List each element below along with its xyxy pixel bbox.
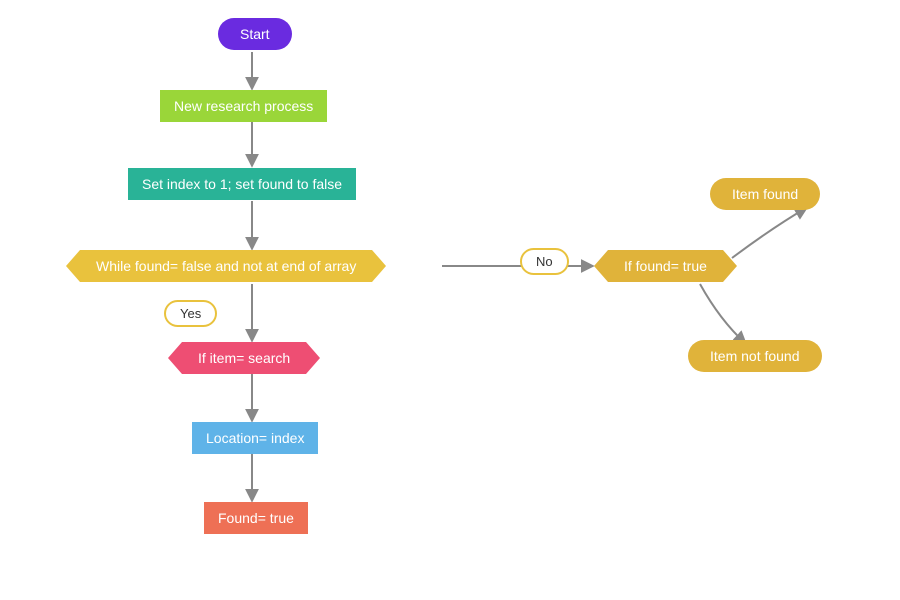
while-label: While found= false and not at end of arr… (96, 258, 356, 274)
decision-if-found: If found= true (608, 250, 723, 282)
edge-label-yes: Yes (164, 300, 217, 327)
terminal-item-found: Item found (710, 178, 820, 210)
decision-if-item: If item= search (182, 342, 306, 374)
decision-while: While found= false and not at end of arr… (80, 250, 372, 282)
flow-edges (0, 0, 900, 600)
set-index-label: Set index to 1; set found to false (142, 176, 342, 192)
process-location: Location= index (192, 422, 318, 454)
edge-label-no: No (520, 248, 569, 275)
item-found-label: Item found (732, 186, 798, 202)
found-true-label: Found= true (218, 510, 294, 526)
start-node: Start (218, 18, 292, 50)
start-label: Start (240, 26, 270, 42)
process-found-true: Found= true (204, 502, 308, 534)
process-new-research: New research process (160, 90, 327, 122)
if-item-label: If item= search (198, 350, 290, 366)
location-label: Location= index (206, 430, 304, 446)
process-set-index: Set index to 1; set found to false (128, 168, 356, 200)
terminal-item-not-found: Item not found (688, 340, 822, 372)
if-found-label: If found= true (624, 258, 707, 274)
item-not-found-label: Item not found (710, 348, 800, 364)
new-research-label: New research process (174, 98, 313, 114)
